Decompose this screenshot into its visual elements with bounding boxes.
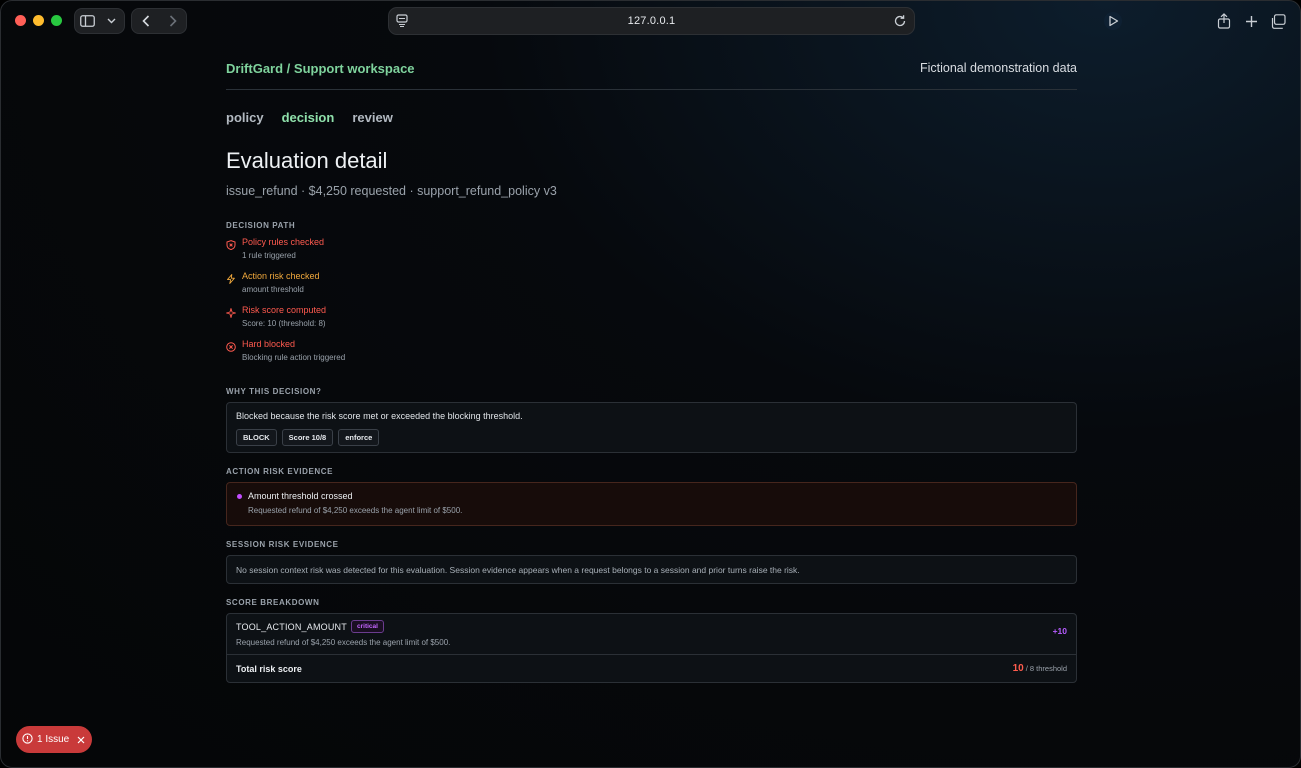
tab-decision[interactable]: decision: [282, 110, 335, 125]
close-icon[interactable]: [77, 736, 85, 744]
path-step-risk-score: Risk score computed Score: 10 (threshold…: [226, 305, 626, 335]
evaluation-summary: issue_refund · $4,250 requested · suppor…: [226, 184, 557, 198]
decision-chip: BLOCK: [236, 429, 277, 446]
browser-toolbar: 127.0.0.1: [1, 1, 1300, 41]
session-risk-label: SESSION RISK EVIDENCE: [226, 540, 339, 549]
page-title: Evaluation detail: [226, 148, 388, 173]
sidebar-icon[interactable]: [76, 10, 98, 32]
step-title: Action risk checked: [242, 271, 320, 281]
total-score-number: 10: [1012, 663, 1024, 674]
decision-chips: BLOCK Score 10/8 enforce: [236, 429, 380, 446]
session-risk-card: No session context risk was detected for…: [226, 555, 1077, 584]
alert-circle-icon: [22, 731, 33, 749]
new-tab-icon[interactable]: [1241, 10, 1261, 32]
score-item-code: TOOL_ACTION_AMOUNT: [236, 622, 347, 632]
issue-count-label: 1 Issue: [37, 734, 70, 745]
step-detail: Blocking rule action triggered: [242, 353, 346, 362]
why-decision-card: Blocked because the risk score met or ex…: [226, 402, 1077, 453]
path-step-action-risk: Action risk checked amount threshold: [226, 271, 626, 301]
share-icon[interactable]: [1214, 10, 1234, 32]
sparkle-icon: [226, 305, 236, 318]
page-settings-icon[interactable]: [395, 13, 409, 34]
score-breakdown-card: TOOL_ACTION_AMOUNT critical Requested re…: [226, 613, 1077, 683]
action-risk-card: Amount threshold crossed Requested refun…: [226, 482, 1077, 526]
path-step-hard-blocked: Hard blocked Blocking rule action trigge…: [226, 339, 626, 369]
back-arrow-icon[interactable]: [135, 10, 157, 32]
total-score-value: 10/ 8 threshold: [1013, 663, 1067, 674]
decision-path-label: DECISION PATH: [226, 221, 296, 230]
section-tabs: policy decision review: [226, 110, 393, 125]
evidence-description: Requested refund of $4,250 exceeds the a…: [248, 506, 463, 515]
reload-icon[interactable]: [892, 13, 908, 34]
total-score-label: Total risk score: [236, 664, 302, 674]
decision-explanation: Blocked because the risk score met or ex…: [236, 411, 523, 421]
url-text: 127.0.0.1: [627, 15, 676, 27]
score-item-points: +10: [1052, 626, 1067, 636]
action-risk-label: ACTION RISK EVIDENCE: [226, 467, 334, 476]
step-title: Policy rules checked: [242, 237, 325, 247]
tab-policy[interactable]: policy: [226, 110, 264, 125]
score-breakdown-label: SCORE BREAKDOWN: [226, 598, 320, 607]
evidence-title: Amount threshold crossed: [248, 491, 353, 501]
app-header: DriftGard / Support workspace Fictional …: [226, 41, 1077, 90]
issues-badge-button[interactable]: 1 Issue: [16, 726, 92, 753]
page-content: DriftGard / Support workspace Fictional …: [226, 41, 1077, 683]
browser-window: 127.0.0.1 DriftGard / Support workspace …: [0, 0, 1301, 768]
close-window-button[interactable]: [15, 15, 26, 26]
score-item-row: TOOL_ACTION_AMOUNT critical Requested re…: [227, 614, 1076, 655]
score-chip: Score 10/8: [281, 429, 334, 446]
step-detail: Score: 10 (threshold: 8): [242, 319, 326, 328]
lightning-icon: [226, 271, 236, 284]
minimize-window-button[interactable]: [33, 15, 44, 26]
tab-review[interactable]: review: [352, 110, 392, 125]
workspace-brand[interactable]: DriftGard / Support workspace: [226, 61, 415, 76]
tab-overview-icon[interactable]: [1268, 10, 1288, 32]
step-detail: 1 rule triggered: [242, 251, 296, 260]
step-detail: amount threshold: [242, 285, 304, 294]
history-nav-group: [131, 8, 187, 34]
step-title: Risk score computed: [242, 305, 327, 315]
sidebar-toggle-group: [74, 8, 125, 34]
chevron-down-icon[interactable]: [101, 10, 123, 32]
circle-x-icon: [226, 339, 236, 352]
forward-arrow-icon[interactable]: [162, 10, 184, 32]
why-decision-label: WHY THIS DECISION?: [226, 387, 322, 396]
path-step-policy-rules: Policy rules checked 1 rule triggered: [226, 237, 626, 267]
severity-badge: critical: [351, 620, 384, 633]
play-icon[interactable]: [1104, 12, 1122, 35]
mode-chip: enforce: [338, 429, 380, 446]
total-score-threshold: / 8 threshold: [1025, 664, 1067, 673]
shield-x-icon: [226, 237, 236, 251]
score-item-description: Requested refund of $4,250 exceeds the a…: [236, 638, 451, 647]
browser-actions: [1214, 10, 1288, 32]
address-bar[interactable]: 127.0.0.1: [388, 7, 915, 35]
evidence-dot-icon: [237, 494, 242, 499]
session-risk-text: No session context risk was detected for…: [236, 565, 800, 575]
step-title: Hard blocked: [242, 339, 296, 349]
zoom-window-button[interactable]: [51, 15, 62, 26]
demo-data-note: Fictional demonstration data: [919, 61, 1077, 75]
